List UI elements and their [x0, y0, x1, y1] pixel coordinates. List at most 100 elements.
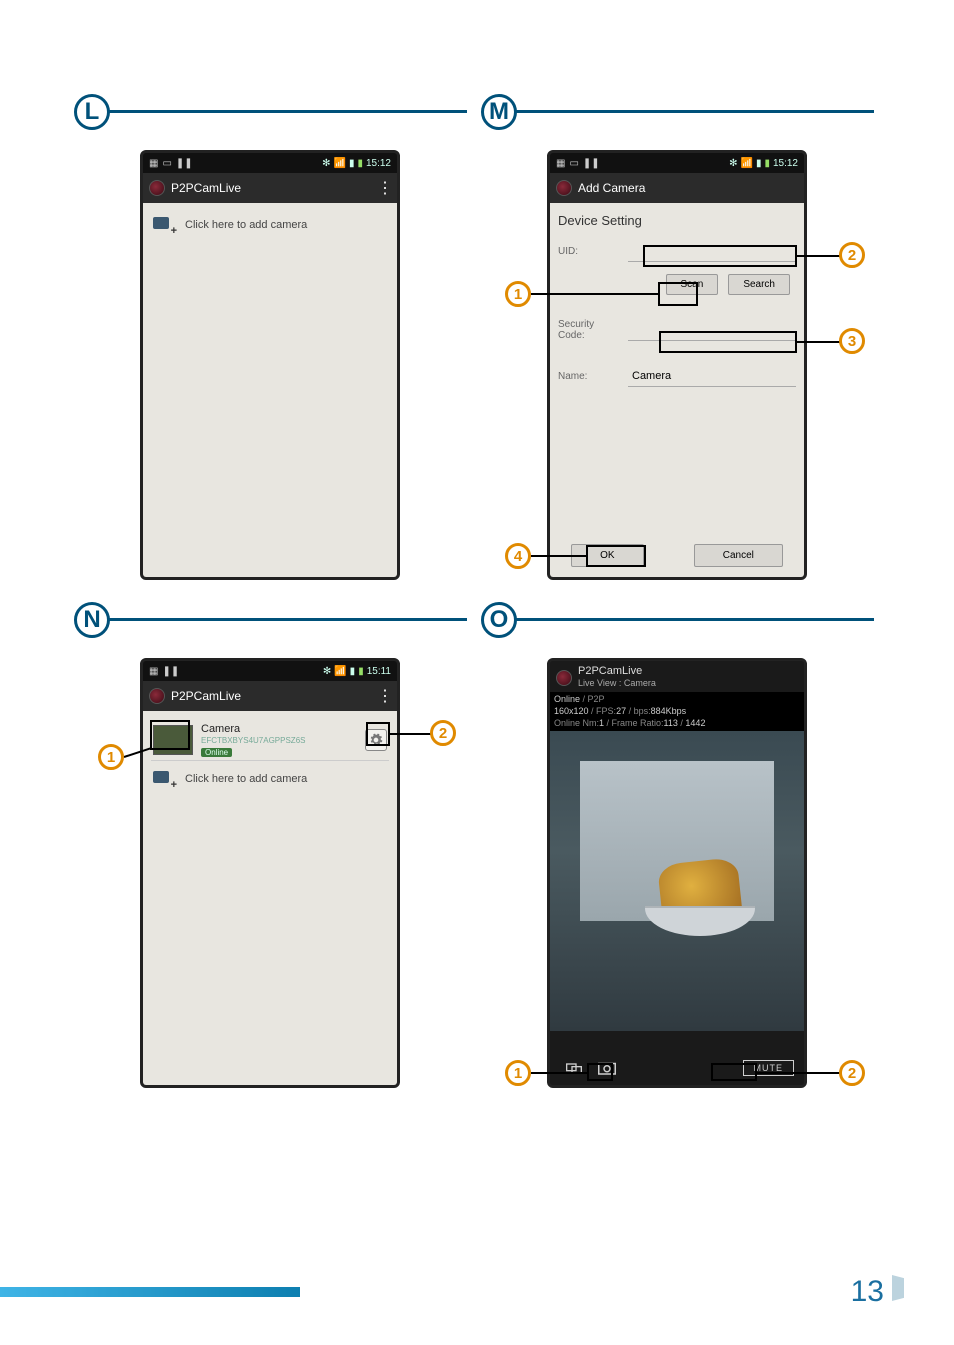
wifi-icon: 📶 — [334, 666, 346, 677]
statusbar-icon: ▭ — [569, 158, 578, 169]
callout-4: 4 — [505, 543, 531, 569]
battery-icon: ▮ — [358, 666, 364, 677]
callout-line — [797, 341, 840, 343]
phone-screenshot-M: ▦ ▭ ❚❚ ✻ 📶 ▮ ▮ 15:12 Add Cam — [547, 150, 807, 580]
stat-sep: / Frame Ratio: — [604, 718, 664, 728]
bluetooth-icon: ✻ — [323, 666, 331, 677]
app-body: Camera EFCTBXBYS4U7AGPPSZ6S Online Click… — [143, 711, 397, 1085]
app-icon — [556, 180, 572, 196]
callout-line — [797, 255, 840, 257]
statusbar-icon: ▭ — [162, 158, 171, 169]
app-bar: P2PCamLive ⋮ — [143, 173, 397, 203]
app-icon — [149, 688, 165, 704]
callout-line — [531, 1072, 587, 1074]
bluetooth-icon: ✻ — [729, 158, 737, 169]
search-button[interactable]: Search — [728, 274, 790, 295]
app-icon — [149, 180, 165, 196]
add-camera-row[interactable]: Click here to add camera — [151, 213, 389, 237]
app-title: P2PCamLive — [171, 689, 241, 703]
clock: 15:11 — [367, 666, 391, 677]
camera-name: Camera — [201, 723, 357, 736]
callout-line — [757, 1072, 841, 1074]
statusbar-icon: ▦ — [556, 158, 565, 169]
callout-1: 1 — [98, 744, 124, 770]
name-label: Name: — [558, 371, 620, 382]
security-code-label: Security Code: — [558, 319, 620, 341]
overflow-menu-icon[interactable]: ⋮ — [377, 686, 391, 706]
section-badge-O: O — [481, 602, 517, 638]
highlight-gear — [366, 722, 390, 746]
clock: 15:12 — [366, 158, 391, 169]
app-bar: P2PCamLive ⋮ — [143, 681, 397, 711]
signal-icon: ▮ — [350, 666, 356, 677]
add-camera-label: Click here to add camera — [185, 773, 307, 785]
name-input[interactable] — [628, 365, 796, 387]
statusbar-icon: ▦ — [149, 158, 158, 169]
camera-status: Online — [201, 748, 232, 758]
footer-accent-bar — [0, 1287, 300, 1297]
stat-sep: / bps: — [626, 706, 651, 716]
battery-icon: ▮ — [764, 158, 770, 169]
callout-line — [531, 293, 658, 295]
camera-meta: Camera EFCTBXBYS4U7AGPPSZ6S Online — [201, 723, 357, 758]
statusbar-icon: ❚❚ — [176, 158, 193, 169]
callout-1: 1 — [505, 281, 531, 307]
add-camera-icon — [153, 771, 175, 787]
overflow-menu-icon[interactable]: ⋮ — [377, 178, 391, 198]
stat-label: Online Nm: — [554, 718, 599, 728]
section-divider — [80, 618, 467, 621]
panel-O: O P2PCamLive Live View : Camera — [487, 608, 874, 1098]
add-camera-icon — [153, 217, 175, 233]
section-divider — [487, 110, 874, 113]
app-icon — [556, 670, 572, 686]
statusbar-icon: ❚❚ — [162, 666, 179, 677]
add-camera-label: Click here to add camera — [185, 219, 307, 231]
app-title: P2PCamLive — [578, 665, 642, 677]
stat-res: 160x120 — [554, 706, 589, 716]
highlight-thumbnail — [150, 720, 190, 750]
highlight-ok — [586, 545, 646, 567]
video-content — [645, 906, 755, 936]
device-setting-heading: Device Setting — [558, 213, 796, 228]
section-divider — [80, 110, 467, 113]
stat-online: Online — [554, 694, 580, 704]
live-view-header: P2PCamLive Live View : Camera — [550, 661, 804, 692]
callout-1: 1 — [505, 1060, 531, 1086]
wifi-icon: 📶 — [740, 158, 752, 169]
bluetooth-icon: ✻ — [322, 158, 330, 169]
android-statusbar: ▦ ❚❚ ✻ 📶 ▮ ▮ 15:11 — [143, 661, 397, 681]
highlight-uid — [643, 245, 797, 267]
cancel-button[interactable]: Cancel — [694, 544, 783, 567]
camera-uid: EFCTBXBYS4U7AGPPSZ6S — [201, 736, 357, 746]
app-body: Click here to add camera — [143, 203, 397, 577]
callout-line — [531, 555, 586, 557]
stat-frame-a: 113 — [664, 718, 678, 728]
signal-icon: ▮ — [349, 158, 355, 169]
panel-L: L ▦ ▭ ❚❚ ✻ 📶 ▮ ▮ 15:12 — [80, 100, 467, 590]
clock: 15:12 — [773, 158, 798, 169]
stat-fps: 27 — [616, 706, 626, 716]
callout-2: 2 — [839, 242, 865, 268]
app-title: Add Camera — [578, 181, 645, 195]
callout-2: 2 — [430, 720, 456, 746]
stat-bps: 884Kbps — [651, 706, 687, 716]
name-row: Name: — [558, 365, 796, 387]
highlight-security-code — [659, 331, 797, 353]
android-statusbar: ▦ ▭ ❚❚ ✻ 📶 ▮ ▮ 15:12 — [143, 153, 397, 173]
phone-screenshot-O: P2PCamLive Live View : Camera Online / P… — [547, 658, 807, 1088]
battery-icon: ▮ — [357, 158, 363, 169]
panel-N: N ▦ ❚❚ ✻ 📶 ▮ ▮ 15:11 — [80, 608, 467, 1098]
live-stats: Online / P2P 160x120 / FPS:27 / bps:884K… — [550, 692, 804, 731]
stat-sep: / P2P — [580, 694, 605, 704]
live-view-body: P2PCamLive Live View : Camera Online / P… — [550, 661, 804, 1085]
statusbar-icon: ❚❚ — [583, 158, 600, 169]
page-number: 13 — [851, 1275, 884, 1309]
footer-decor — [892, 1275, 904, 1301]
statusbar-icon: ▦ — [149, 666, 158, 677]
add-camera-row[interactable]: Click here to add camera — [151, 767, 389, 791]
wifi-icon: 📶 — [333, 158, 345, 169]
section-badge-M: M — [481, 94, 517, 130]
live-video-frame[interactable] — [550, 731, 804, 1031]
stat-frame-b: 1442 — [685, 718, 705, 728]
highlight-mute — [711, 1063, 757, 1081]
